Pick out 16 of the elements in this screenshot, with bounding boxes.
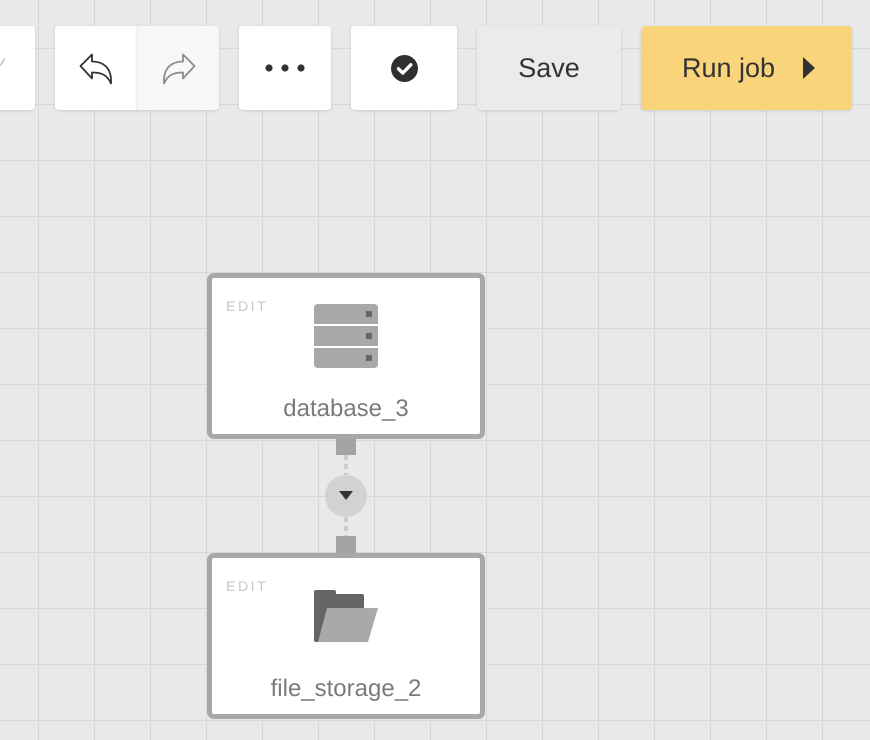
folder-icon [314,590,378,642]
more-icon [265,64,305,72]
run-job-button[interactable]: Run job [641,26,852,110]
undo-icon [79,52,113,84]
check-circle-icon [390,54,418,82]
input-port[interactable] [336,536,356,553]
database-icon [314,304,378,368]
collapse-toggle-icon[interactable] [325,475,367,517]
node-title: database_3 [283,394,409,424]
save-button[interactable]: Save [477,26,621,110]
validate-button[interactable] [351,26,457,110]
play-icon [803,57,816,79]
node-title: file_storage_2 [270,674,422,704]
undo-button[interactable] [55,26,137,110]
redo-icon [162,52,196,84]
caret-icon [0,58,5,66]
